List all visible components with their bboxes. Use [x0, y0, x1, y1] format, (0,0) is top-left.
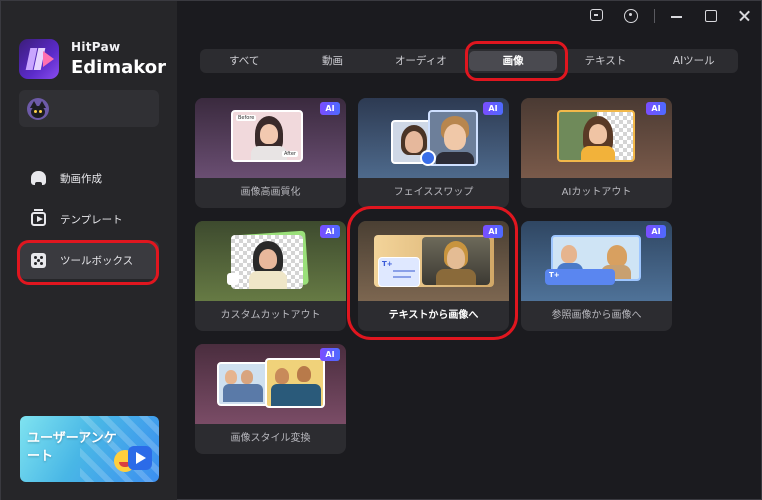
- sidebar-item-create-video[interactable]: 動画作成: [19, 159, 159, 197]
- tool-card-face-swap[interactable]: AI フェイススワップ: [358, 98, 509, 208]
- ai-badge: AI: [320, 102, 340, 115]
- tool-card-image-to-image[interactable]: T+ AI 参照画像から画像へ: [521, 221, 672, 331]
- minimize-button[interactable]: [663, 5, 689, 27]
- sidebar-item-label: 動画作成: [60, 172, 102, 185]
- tool-card-label: 画像スタイル変換: [230, 433, 311, 444]
- tool-card-image-enhancer[interactable]: Before After AI 画像高画質化: [195, 98, 346, 208]
- ai-badge: AI: [320, 348, 340, 361]
- survey-banner-text: ユーザーアンケート: [27, 431, 117, 464]
- tool-card-label: フェイススワップ: [393, 187, 474, 198]
- brand-name-bottom: Edimakor: [71, 57, 166, 78]
- swap-icon: [420, 150, 436, 166]
- toolbox-icon: [31, 252, 46, 268]
- brand: HitPaw Edimakor: [19, 39, 166, 79]
- tab-text[interactable]: テキスト: [561, 49, 649, 73]
- account-button[interactable]: [19, 90, 159, 127]
- tool-card-label: カスタムカットアウト: [220, 310, 321, 321]
- category-tabs: すべて 動画 オーディオ 画像 テキスト AIツール: [200, 49, 738, 73]
- ai-badge: AI: [483, 102, 503, 115]
- tool-card-ai-cutout[interactable]: AI AIカットアウト: [521, 98, 672, 208]
- text-tool-glyph: T+: [382, 260, 393, 268]
- tab-all[interactable]: すべて: [200, 49, 288, 73]
- survey-banner[interactable]: ユーザーアンケート: [20, 416, 159, 482]
- tool-card-label: テキストから画像へ: [388, 310, 479, 321]
- sidebar-item-toolbox[interactable]: ツールボックス: [19, 241, 159, 279]
- info-button[interactable]: [618, 5, 644, 27]
- avatar: [27, 98, 49, 120]
- ai-badge: AI: [646, 225, 666, 238]
- title-bar-divider: [654, 9, 655, 23]
- after-label: After: [281, 151, 298, 157]
- tool-card-label: 参照画像から画像へ: [551, 310, 642, 321]
- title-bar: [576, 5, 761, 27]
- app-window: HitPaw Edimakor 動画作成 テンプレート ツールボックス ユーザー…: [0, 0, 762, 500]
- send-icon: [128, 446, 152, 470]
- sidebar-nav: 動画作成 テンプレート ツールボックス: [19, 159, 159, 282]
- tool-card-custom-cutout[interactable]: AI カスタムカットアウト: [195, 221, 346, 331]
- sidebar-item-label: テンプレート: [60, 213, 123, 226]
- brush-icon: [227, 273, 239, 285]
- tab-ai-tools[interactable]: AIツール: [650, 49, 738, 73]
- tab-video[interactable]: 動画: [288, 49, 376, 73]
- tool-card-text-to-image[interactable]: T+ AI テキストから画像へ: [358, 221, 509, 331]
- ai-badge: AI: [646, 102, 666, 115]
- sidebar: HitPaw Edimakor 動画作成 テンプレート ツールボックス ユーザー…: [1, 1, 177, 500]
- brand-name-top: HitPaw: [71, 40, 121, 54]
- tool-card-image-style-transfer[interactable]: AI 画像スタイル変換: [195, 344, 346, 454]
- maximize-button[interactable]: [697, 5, 723, 27]
- close-button[interactable]: [731, 5, 757, 27]
- edimakor-logo-icon: [19, 39, 59, 79]
- tool-card-label: 画像高画質化: [240, 187, 301, 198]
- info-icon: [624, 9, 638, 23]
- before-label: Before: [236, 115, 257, 121]
- home-icon: [31, 171, 46, 185]
- ai-badge: AI: [320, 225, 340, 238]
- feedback-button[interactable]: [584, 5, 610, 27]
- tab-image[interactable]: 画像: [468, 51, 558, 71]
- sidebar-item-label: ツールボックス: [60, 254, 134, 267]
- tab-audio[interactable]: オーディオ: [377, 49, 465, 73]
- tool-card-label: AIカットアウト: [561, 187, 632, 198]
- ai-badge: AI: [483, 225, 503, 238]
- template-icon: [31, 209, 46, 226]
- text-tool-glyph: T+: [549, 271, 560, 279]
- sidebar-item-templates[interactable]: テンプレート: [19, 200, 159, 238]
- feedback-icon: [590, 9, 603, 21]
